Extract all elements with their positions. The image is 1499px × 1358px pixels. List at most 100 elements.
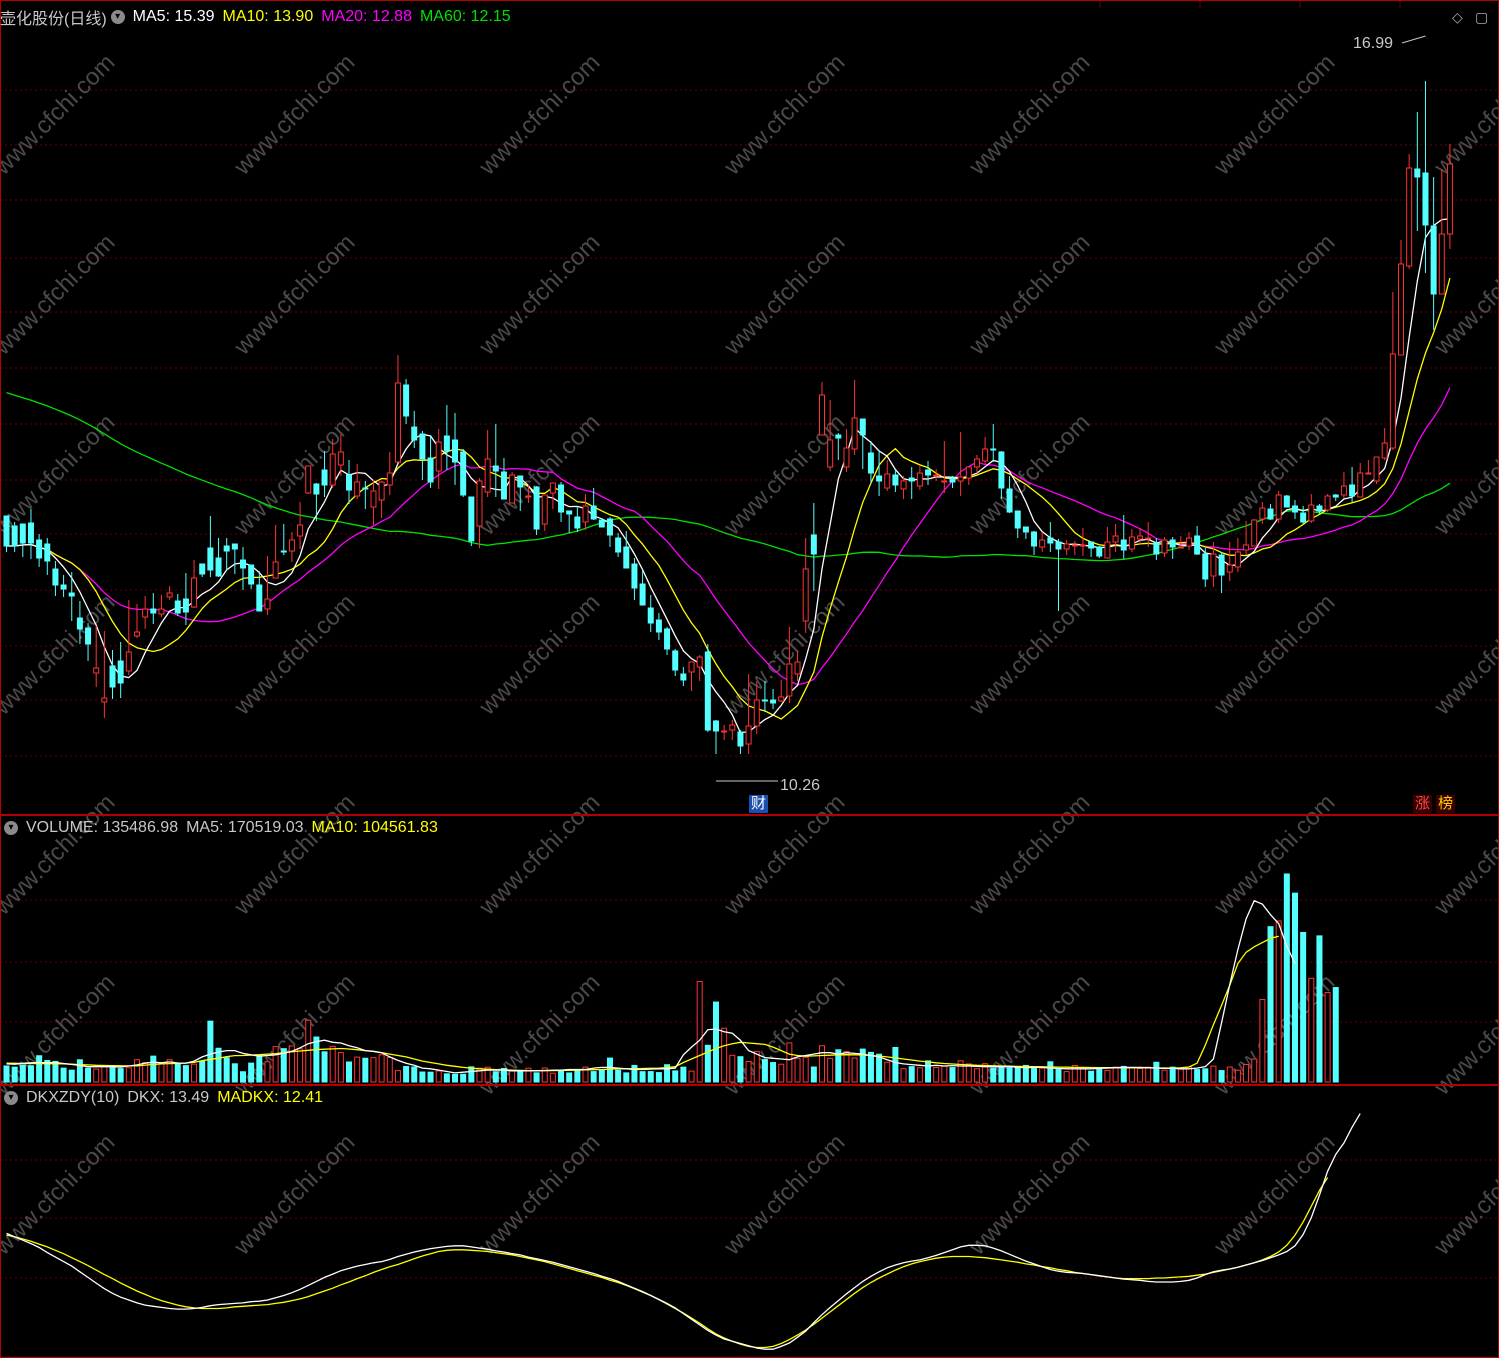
candle-body bbox=[1014, 510, 1021, 529]
volume-bar bbox=[1161, 1069, 1168, 1083]
candle-body bbox=[802, 568, 809, 622]
watermark-text: www.cfchi.com bbox=[473, 789, 605, 921]
diamond-icon[interactable]: ◇ bbox=[1452, 9, 1463, 26]
candle-body bbox=[884, 473, 891, 489]
candle bbox=[199, 563, 206, 577]
candle bbox=[672, 649, 679, 676]
candle bbox=[492, 424, 499, 497]
volume-bar bbox=[761, 1059, 768, 1083]
watermark-text: www.cfchi.com bbox=[963, 409, 1095, 541]
candle-body bbox=[435, 441, 442, 472]
candle bbox=[770, 689, 777, 709]
candle bbox=[125, 600, 132, 675]
candle bbox=[443, 405, 450, 470]
candle-body bbox=[859, 418, 866, 436]
candle bbox=[884, 460, 891, 491]
candle-body bbox=[949, 477, 956, 483]
candle-body bbox=[1308, 504, 1315, 522]
watermark-text: www.cfchi.com bbox=[718, 1129, 850, 1261]
volume-bar bbox=[468, 1066, 475, 1083]
volume-bar bbox=[239, 1071, 246, 1083]
volume-bar bbox=[1079, 1067, 1086, 1083]
volume-bar bbox=[117, 1068, 124, 1083]
candle-body bbox=[272, 561, 279, 579]
candle bbox=[1112, 524, 1119, 552]
candle-body bbox=[1177, 546, 1184, 549]
candle bbox=[1251, 519, 1258, 547]
candle bbox=[411, 411, 418, 448]
volume-bar bbox=[346, 1061, 353, 1083]
candle bbox=[664, 627, 671, 655]
candle-body bbox=[452, 439, 459, 463]
chevron-down-icon[interactable]: ▾ bbox=[110, 10, 125, 24]
watermark-text: www.cfchi.com bbox=[963, 589, 1095, 721]
candle bbox=[778, 680, 785, 702]
candle bbox=[712, 720, 719, 754]
volume-bar bbox=[533, 1072, 540, 1083]
volume-bar bbox=[231, 1063, 238, 1083]
candle bbox=[941, 441, 948, 493]
volume-bar bbox=[729, 1054, 736, 1083]
candle bbox=[1389, 292, 1396, 450]
candle-body bbox=[484, 458, 491, 493]
candle-body bbox=[158, 608, 165, 615]
candle bbox=[44, 538, 51, 575]
volume-bar bbox=[150, 1055, 157, 1083]
candle bbox=[1308, 494, 1315, 523]
candle bbox=[1291, 500, 1298, 519]
finance-report-tag[interactable]: 财 bbox=[749, 795, 769, 813]
candle-body bbox=[778, 696, 785, 702]
volume-bar bbox=[1177, 1068, 1184, 1083]
candle-body bbox=[215, 557, 222, 577]
volume-bar bbox=[998, 1066, 1005, 1083]
candle bbox=[582, 494, 589, 530]
candle-body bbox=[329, 453, 336, 486]
candle bbox=[892, 470, 899, 492]
candle-body bbox=[207, 547, 214, 571]
watermark-text: www.cfchi.com bbox=[473, 49, 605, 181]
volume-bar bbox=[1194, 1069, 1201, 1083]
candle-body bbox=[199, 563, 206, 575]
candle-body bbox=[525, 495, 532, 498]
candle bbox=[647, 595, 654, 632]
candle bbox=[1031, 531, 1038, 555]
candle bbox=[11, 522, 18, 552]
indicator-name[interactable]: DKXZDY(10) bbox=[26, 1089, 119, 1107]
madkx-label: MADKX: 12.41 bbox=[217, 1089, 324, 1106]
volume-bar bbox=[933, 1066, 940, 1083]
chevron-down-icon[interactable]: ▾ bbox=[4, 1091, 18, 1105]
candle bbox=[1218, 552, 1225, 593]
maximize-icon[interactable]: ▢ bbox=[1475, 9, 1488, 26]
candle-body bbox=[1218, 554, 1225, 576]
candle-body bbox=[533, 486, 540, 530]
candle bbox=[93, 626, 100, 687]
ma5-label: MA5: 15.39 bbox=[132, 8, 215, 25]
volume-label: VOLUME: 135486.98 bbox=[26, 819, 179, 836]
volume-bar bbox=[1112, 1066, 1119, 1083]
candle-body bbox=[1316, 505, 1323, 512]
volume-bar bbox=[778, 1063, 785, 1083]
candle-body bbox=[1283, 495, 1290, 508]
candle-body bbox=[1332, 494, 1339, 498]
volume-bar bbox=[1316, 935, 1323, 1083]
stock-title[interactable]: 壶化股份(日线) bbox=[0, 5, 107, 29]
candle bbox=[1414, 112, 1421, 231]
candle bbox=[835, 433, 842, 460]
candle-body bbox=[998, 451, 1005, 489]
candle bbox=[1104, 527, 1111, 559]
watermark-text: www.cfchi.com bbox=[473, 589, 605, 721]
volume-bar bbox=[1291, 892, 1298, 1083]
candle-body bbox=[68, 592, 75, 597]
candle-body bbox=[1088, 541, 1095, 549]
ranking-tag[interactable]: 榜 bbox=[1436, 795, 1456, 813]
candle-body bbox=[843, 447, 850, 468]
candle bbox=[297, 502, 304, 549]
candle-body bbox=[631, 563, 638, 589]
candle-body bbox=[313, 483, 320, 495]
chevron-down-icon[interactable]: ▾ bbox=[4, 821, 18, 835]
candle-body bbox=[1194, 535, 1201, 555]
candle bbox=[509, 472, 516, 504]
limit-up-tag[interactable]: 涨 bbox=[1413, 795, 1433, 813]
candle-body bbox=[965, 466, 972, 479]
candle-body bbox=[1259, 507, 1266, 520]
